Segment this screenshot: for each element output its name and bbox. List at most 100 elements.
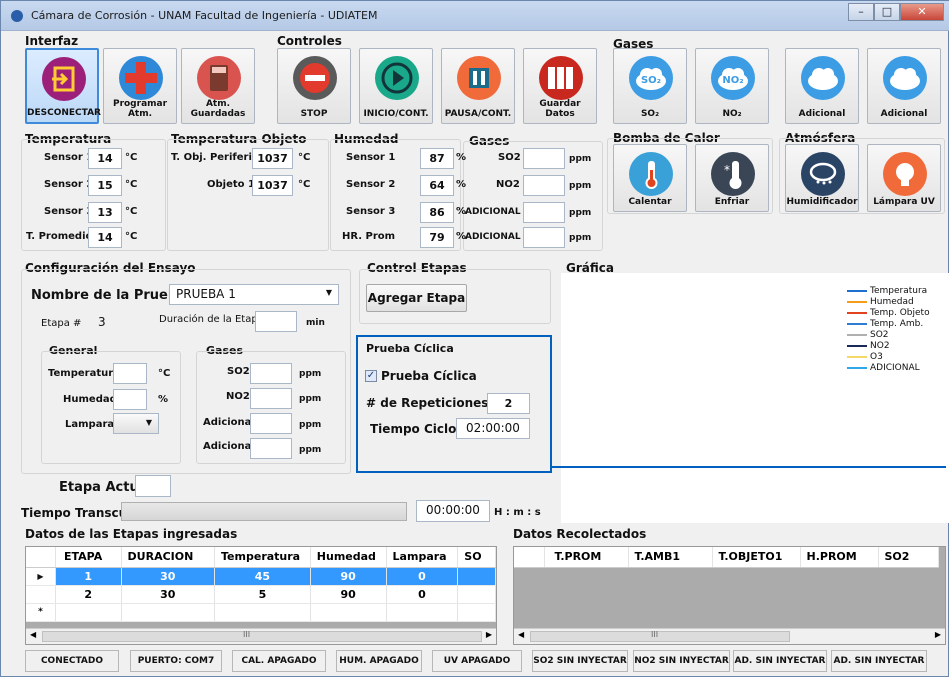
recolectados-hscrollbar[interactable]: ◀ III ▶ <box>514 628 945 644</box>
lampara-select[interactable]: ▼ <box>113 413 159 434</box>
stop-button[interactable]: STOP <box>277 48 351 124</box>
table-row[interactable]: ▶ 1 30 45 90 0 <box>26 567 496 586</box>
agregar-etapa-button[interactable]: Agregar Etapa <box>366 284 467 312</box>
column-header[interactable]: SO2 <box>878 547 939 568</box>
column-header[interactable]: Lampara <box>386 547 459 568</box>
column-header[interactable]: DURACION <box>121 547 216 568</box>
etapas-hscrollbar[interactable]: ◀ III ▶ <box>26 628 496 644</box>
column-header[interactable]: ETAPA <box>55 547 122 568</box>
table-cell[interactable]: 30 <box>121 585 216 604</box>
desconectar-button[interactable]: DESCONECTAR <box>25 48 101 124</box>
row-header-corner <box>514 547 545 568</box>
enfriar-button[interactable]: * Enfriar <box>695 144 769 212</box>
table-cell[interactable] <box>386 603 459 622</box>
column-header[interactable]: SO <box>457 547 496 568</box>
column-header[interactable]: T.PROM <box>544 547 629 568</box>
general-humedad-input[interactable] <box>113 389 147 410</box>
table-cell[interactable]: 90 <box>310 567 387 586</box>
calentar-button[interactable]: Calentar <box>613 144 687 212</box>
programar-atm-button[interactable]: Programar Atm. <box>103 48 177 124</box>
section-controles: Controles <box>277 34 342 48</box>
table-new-row[interactable]: * <box>26 603 496 622</box>
table-cell[interactable]: 0 <box>386 585 459 604</box>
legend-swatch <box>847 300 867 303</box>
humidificador-button[interactable]: Humidificador <box>785 144 859 212</box>
general-temperatura-input[interactable] <box>113 363 147 384</box>
table-cell[interactable] <box>214 603 311 622</box>
cfg-no2-input[interactable] <box>250 388 292 409</box>
minimize-button[interactable]: – <box>848 3 874 21</box>
column-header[interactable]: Humedad <box>310 547 387 568</box>
table-cell[interactable] <box>457 567 496 586</box>
cfg-adicional1-input[interactable] <box>250 413 292 434</box>
legend-item: SO2 <box>847 330 889 340</box>
duracion-input[interactable] <box>255 311 297 332</box>
scroll-thumb[interactable]: III <box>42 630 482 642</box>
legend-swatch <box>847 355 867 358</box>
lampara-uv-button[interactable]: Lámpara UV <box>867 144 941 212</box>
scroll-right-icon[interactable]: ▶ <box>486 630 492 639</box>
inicio-button[interactable]: INICIO/CONT. <box>359 48 433 124</box>
maximize-button[interactable]: □ <box>874 3 900 21</box>
adicional-button-2[interactable]: Adicional <box>867 48 941 124</box>
table-cell[interactable] <box>121 603 216 622</box>
unit-label: ppm <box>299 445 322 455</box>
table-cell[interactable]: 1 <box>55 567 122 586</box>
unit-label: ppm <box>569 233 592 243</box>
table-cell[interactable]: 45 <box>214 567 311 586</box>
prueba-ciclica-checkbox[interactable]: ✓ <box>365 370 377 382</box>
duracion-label: Duración de la Etapa <box>159 314 264 325</box>
table-cell[interactable]: 30 <box>121 567 216 586</box>
adicional-button-1[interactable]: Adicional <box>785 48 859 124</box>
window-controls: – □ ✕ <box>848 3 944 23</box>
scroll-right-icon[interactable]: ▶ <box>935 630 941 639</box>
temp-obj-periferia-value: 1037 <box>252 148 293 169</box>
table-cell[interactable]: 0 <box>386 567 459 586</box>
table-cell[interactable] <box>55 603 122 622</box>
atm-guardadas-button[interactable]: Atm. Guardadas <box>181 48 255 124</box>
nombre-prueba-select[interactable]: PRUEBA 1 ▼ <box>169 284 339 305</box>
cloud-icon <box>801 56 845 100</box>
rain-cloud-icon <box>801 152 845 196</box>
table-cell[interactable]: 5 <box>214 585 311 604</box>
cfg-so2-input[interactable] <box>250 363 292 384</box>
column-header[interactable]: Temperatura <box>214 547 311 568</box>
gas-so2-label: SO2 <box>498 152 521 163</box>
repeticiones-label: # de Repeticiones: <box>366 396 494 410</box>
gas-adicional1-label: ADICIONAL <box>465 207 521 217</box>
column-header[interactable]: T.OBJETO1 <box>712 547 801 568</box>
so2-button[interactable]: SO₂ SO₂ <box>613 48 687 124</box>
status-so2: SO2 SIN INYECTAR <box>532 650 628 672</box>
scroll-thumb[interactable]: III <box>530 630 790 642</box>
recolectados-grid[interactable]: T.PROM T.AMB1 T.OBJETO1 H.PROM SO2 ◀ III… <box>513 546 946 645</box>
tiempo-ciclos-input[interactable]: 02:00:00 <box>456 418 530 439</box>
temp-sensor1-label: Sensor 1 <box>44 152 94 163</box>
pausa-button[interactable]: PAUSA/CONT. <box>441 48 515 124</box>
scroll-left-icon[interactable]: ◀ <box>30 630 36 639</box>
table-row[interactable]: 2 30 5 90 0 <box>26 585 496 604</box>
table-header-row: ETAPA DURACION Temperatura Humedad Lampa… <box>26 547 496 568</box>
nombre-prueba-value: PRUEBA 1 <box>176 287 236 301</box>
table-cell[interactable] <box>310 603 387 622</box>
tiempo-transcurrido-value: 00:00:00 <box>416 500 490 522</box>
gas-adicional1-value <box>523 202 565 223</box>
column-header[interactable]: H.PROM <box>800 547 879 568</box>
table-cell[interactable] <box>457 585 496 604</box>
cloud-icon: SO₂ <box>629 56 673 100</box>
gas-no2-label: NO2 <box>496 179 520 190</box>
no2-button[interactable]: NO₂ NO₂ <box>695 48 769 124</box>
table-cell[interactable]: 2 <box>55 585 122 604</box>
close-button[interactable]: ✕ <box>900 3 944 21</box>
hum-sensor1-value: 87 <box>420 148 454 169</box>
legend-item: Humedad <box>847 297 914 307</box>
unit-label: ppm <box>569 181 592 191</box>
guardar-datos-button[interactable]: Guardar Datos <box>523 48 597 124</box>
repeticiones-input[interactable]: 2 <box>487 393 530 414</box>
table-cell[interactable]: 90 <box>310 585 387 604</box>
cfg-adicional2-input[interactable] <box>250 438 292 459</box>
unit-label: °C <box>298 179 311 190</box>
etapas-grid[interactable]: ETAPA DURACION Temperatura Humedad Lampa… <box>25 546 497 645</box>
table-cell[interactable] <box>457 603 496 622</box>
scroll-left-icon[interactable]: ◀ <box>518 630 524 639</box>
column-header[interactable]: T.AMB1 <box>628 547 713 568</box>
